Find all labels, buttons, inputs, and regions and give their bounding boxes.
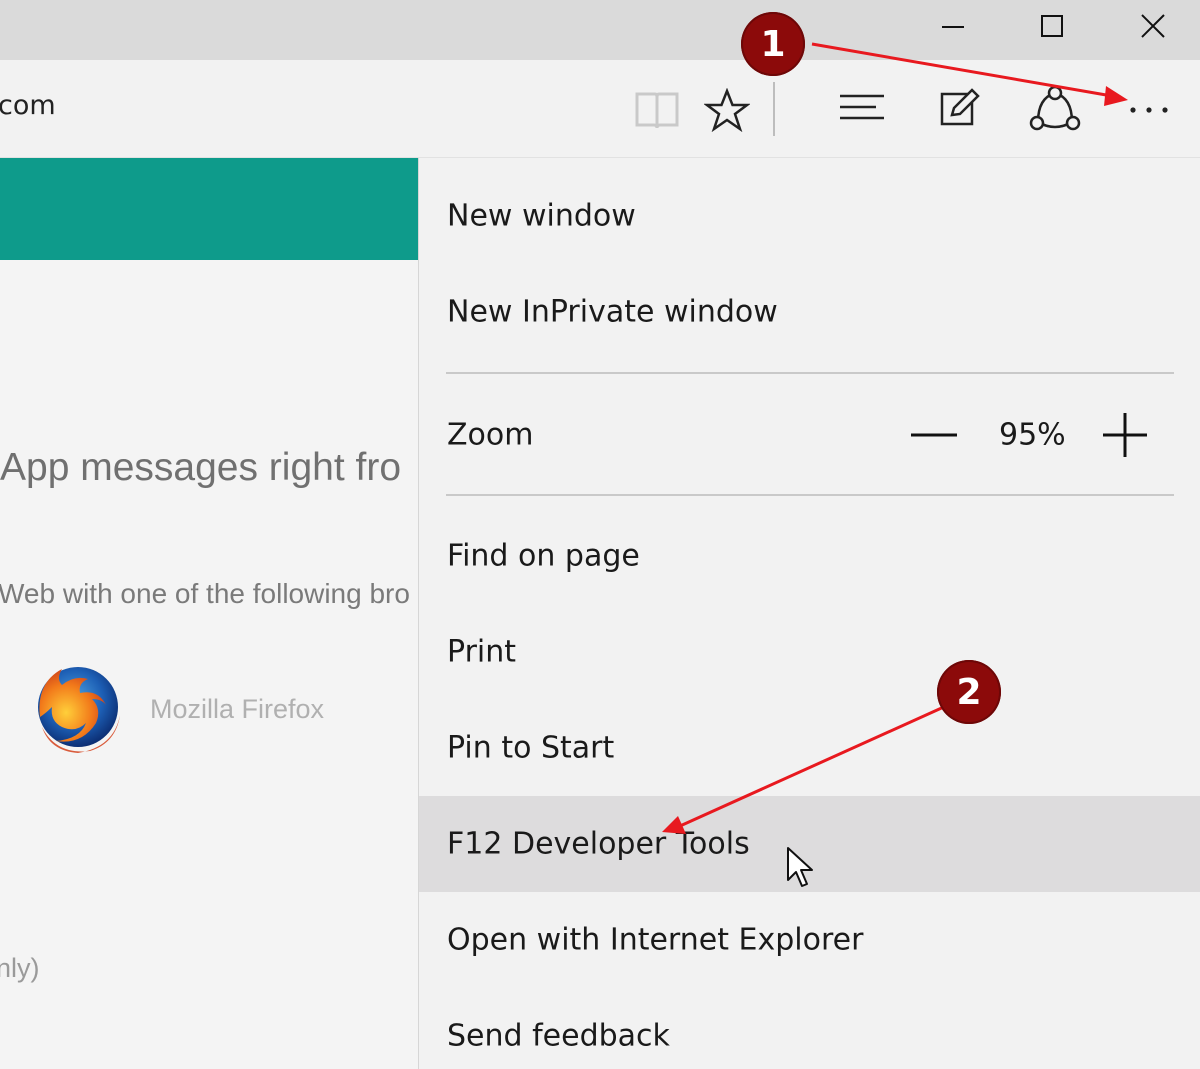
- menu-item-new-inprivate-window[interactable]: New InPrivate window: [419, 264, 1200, 360]
- zoom-level-value: 95%: [999, 417, 1066, 453]
- firefox-logo-icon[interactable]: [22, 655, 130, 763]
- close-button[interactable]: [1102, 0, 1200, 50]
- more-actions-menu: New window New InPrivate window Zoom 95%…: [418, 158, 1200, 1069]
- menu-item-send-feedback[interactable]: Send feedback: [419, 988, 1200, 1069]
- mouse-pointer-icon: [787, 847, 813, 887]
- page-subline: Web with one of the following bro: [0, 578, 410, 609]
- browser-toolbar: com: [0, 60, 1200, 158]
- maximize-button[interactable]: [1002, 0, 1102, 50]
- reading-view-icon[interactable]: [633, 88, 681, 132]
- minimize-icon: [942, 26, 964, 28]
- web-page-content: App messages right fro Web with one of t…: [0, 158, 418, 1069]
- menu-item-label: Pin to Start: [447, 730, 615, 766]
- menu-item-label: Open with Internet Explorer: [447, 922, 864, 958]
- share-icon[interactable]: [1028, 84, 1082, 134]
- menu-item-label: F12 Developer Tools: [447, 826, 750, 862]
- menu-divider: [446, 494, 1174, 496]
- menu-item-new-window[interactable]: New window: [419, 168, 1200, 264]
- menu-item-label: Print: [447, 634, 517, 670]
- maximize-icon: [1041, 15, 1063, 37]
- minimize-button[interactable]: [902, 0, 1002, 50]
- browser-option-label[interactable]: Mozilla Firefox: [150, 694, 324, 725]
- favorites-star-icon[interactable]: [704, 88, 750, 132]
- page-header-bar: [0, 158, 418, 260]
- zoom-row: Zoom 95%: [419, 376, 1200, 494]
- page-headline: App messages right fro: [0, 446, 402, 489]
- hub-icon[interactable]: [838, 90, 886, 128]
- menu-item-label: New window: [447, 198, 636, 234]
- menu-item-label: Send feedback: [447, 1018, 670, 1054]
- address-bar-text[interactable]: com: [0, 90, 56, 121]
- menu-item-label: New InPrivate window: [447, 294, 778, 330]
- annotation-badge-1: 1: [741, 12, 805, 76]
- zoom-out-icon[interactable]: [901, 414, 961, 456]
- menu-item-open-with-internet-explorer[interactable]: Open with Internet Explorer: [419, 892, 1200, 988]
- close-icon: [1141, 14, 1165, 38]
- page-footnote: nly): [0, 953, 40, 983]
- menu-item-pin-to-start[interactable]: Pin to Start: [419, 700, 1200, 796]
- zoom-label: Zoom: [447, 417, 534, 453]
- menu-item-print[interactable]: Print: [419, 604, 1200, 700]
- more-actions-icon[interactable]: [1124, 104, 1174, 118]
- zoom-in-icon[interactable]: [1097, 410, 1153, 460]
- menu-divider: [446, 372, 1174, 374]
- menu-item-find-on-page[interactable]: Find on page: [419, 508, 1200, 604]
- toolbar-divider: [773, 82, 775, 136]
- web-note-icon[interactable]: [938, 86, 982, 130]
- annotation-badge-2: 2: [937, 660, 1001, 724]
- title-bar: [0, 0, 1200, 60]
- menu-item-label: Find on page: [447, 538, 640, 574]
